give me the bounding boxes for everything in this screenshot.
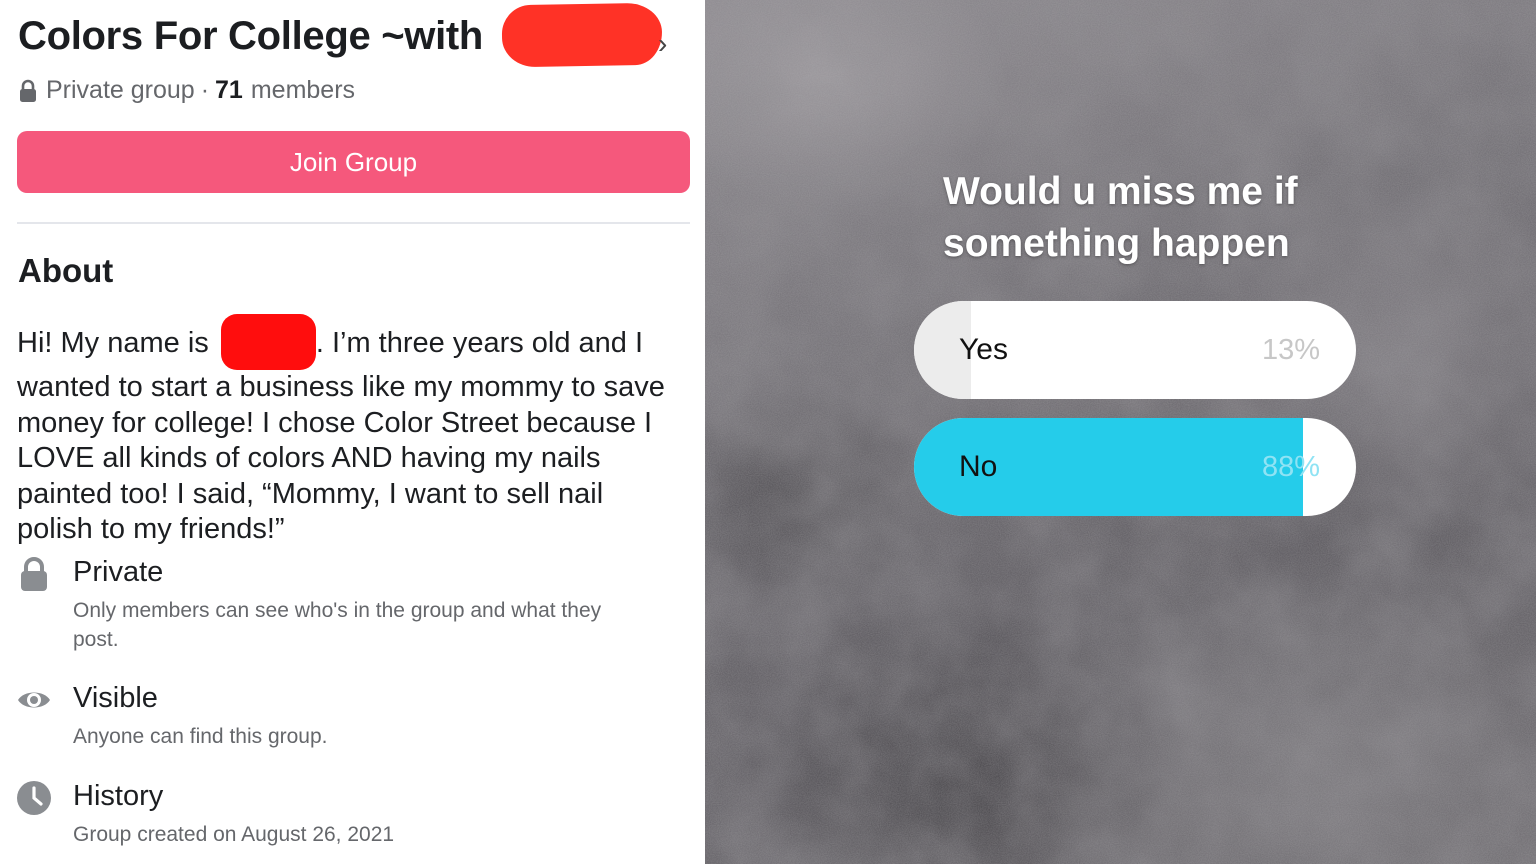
meta-separator: · — [200, 76, 210, 104]
divider — [17, 222, 690, 224]
poll-question: Would u miss me if something happen — [943, 166, 1363, 270]
member-count[interactable]: 71 — [215, 76, 243, 105]
info-desc-line: Only members can see who's in the group … — [73, 599, 602, 622]
about-heading: About — [18, 252, 114, 289]
poll-option-percent: 88% — [1261, 451, 1320, 483]
info-title-private: Private — [73, 556, 164, 588]
poll-question-line: Would u miss me if — [943, 170, 1298, 213]
facebook-group-panel: Colors For College ~with › Private group… — [0, 0, 705, 864]
poll-option-yes[interactable]: Yes 13% — [914, 301, 1356, 399]
about-description: Hi! My name is . I’m three years old and… — [17, 314, 697, 548]
info-desc-visible: Anyone can find this group. — [73, 725, 328, 748]
poll-option-percent: 13% — [1261, 334, 1320, 366]
poll-question-line: something happen — [943, 222, 1290, 265]
about-text: . I’m three years old and I — [315, 327, 644, 359]
join-group-button[interactable]: Join Group — [17, 131, 690, 193]
eye-icon — [18, 692, 50, 708]
info-desc-private: Only members can see who's in the group … — [73, 596, 693, 654]
lock-icon — [20, 79, 36, 102]
title-redaction-mark — [501, 2, 663, 68]
about-line: wanted to start a business like my mommy… — [17, 371, 665, 403]
clock-icon — [17, 781, 51, 815]
about-line: painted too! I said, “Mommy, I want to s… — [17, 477, 604, 510]
group-meta: Private group · 71 members — [18, 76, 355, 105]
poll-option-label: Yes — [959, 333, 1008, 366]
members-word: members — [250, 76, 356, 104]
lock-icon — [21, 557, 47, 591]
about-line: polish to my friends!” — [17, 513, 285, 545]
poll-option-no[interactable]: No 88% — [914, 418, 1356, 516]
about-line: Hi! My name is . I’m three years old and… — [17, 314, 697, 370]
name-redaction-mark — [220, 314, 316, 370]
info-title-history: History — [73, 780, 164, 812]
chevron-right-icon[interactable]: › — [658, 28, 667, 60]
about-line: money for college! I chose Color Street … — [17, 406, 653, 439]
poll-option-label: No — [959, 450, 998, 483]
about-text: Hi! My name is — [17, 327, 209, 359]
group-title[interactable]: Colors For College ~with — [18, 14, 483, 59]
info-desc-line: post. — [73, 628, 119, 651]
privacy-label: Private group — [46, 76, 195, 104]
poll-panel: Would u miss me if something happen Yes … — [705, 0, 1536, 864]
info-desc-history: Group created on August 26, 2021 — [73, 823, 395, 846]
about-line: LOVE all kinds of colors AND having my n… — [17, 442, 601, 474]
info-title-visible: Visible — [73, 682, 158, 714]
